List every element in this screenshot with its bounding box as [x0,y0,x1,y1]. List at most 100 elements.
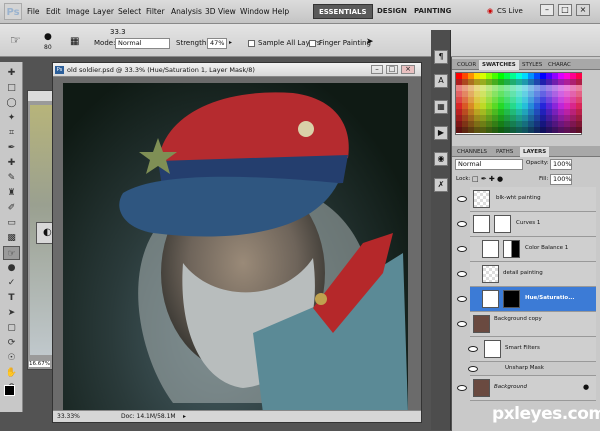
document-titlebar[interactable]: Ps old soldier.psd @ 33.3% (Hue/Saturati… [53,63,421,77]
tab-layers[interactable]: LAYERS [520,147,550,157]
menu-3d[interactable]: 3D [205,7,216,16]
menu-filter[interactable]: Filter [146,7,165,16]
workspace-design-button[interactable]: DESIGN [372,4,412,19]
move-tool-icon[interactable]: ✚ [3,66,20,80]
history-brush-tool-icon[interactable]: ✐ [3,201,20,215]
tab-paths[interactable]: PATHS [493,147,516,157]
foreground-color-swatch[interactable] [4,385,15,396]
eyedropper-tool-icon[interactable]: ✒ [3,141,20,155]
brush-preset-icon[interactable]: ● [44,32,52,42]
healing-tool-icon[interactable]: ✚ [3,156,20,170]
tools-preset-icon[interactable]: ✗ [434,178,448,192]
character-panel-icon[interactable]: A [434,74,448,88]
menu-edit[interactable]: Edit [46,7,61,16]
layer-thumbnail [473,379,490,397]
clone-stamp-tool-icon[interactable]: ♜ [3,186,20,200]
eye-icon[interactable] [457,196,467,202]
hand-tool-icon[interactable]: ✋ [3,366,20,380]
swatches-panel-tabs: COLOR SWATCHES STYLES CHARAC [452,59,600,70]
gradient-tool-icon[interactable]: ▩ [3,231,20,245]
eye-icon[interactable] [457,321,467,327]
strength-input[interactable]: 47% [207,38,227,49]
mode-select[interactable]: Normal [115,38,170,49]
maximize-button[interactable]: □ [558,4,572,16]
dodge-tool-icon[interactable]: ● [3,261,20,275]
actions-panel-icon[interactable]: ▶ [434,126,448,140]
shape-tool-icon[interactable]: ▢ [3,321,20,335]
doc-maximize-button[interactable]: □ [386,65,398,74]
tab-styles[interactable]: STYLES [519,60,545,70]
status-menu-icon[interactable]: ▸ [183,411,186,423]
menu-select[interactable]: Select [118,7,141,16]
3d-camera-tool-icon[interactable]: ☉ [3,351,20,365]
menu-analysis[interactable]: Analysis [171,7,202,16]
tab-channels[interactable]: CHANNELS [454,147,490,157]
layer-row-selected[interactable]: Hue/Saturatio... [457,287,596,312]
layer-row[interactable]: Background copy [457,312,596,337]
eye-icon[interactable] [468,346,478,352]
cs-live-icon[interactable]: ◉ [487,7,493,15]
menu-window[interactable]: Window [240,7,270,16]
sample-all-layers-checkbox[interactable] [248,40,255,47]
brush-tool-icon[interactable]: ✎ [3,171,20,185]
menu-image[interactable]: Image [66,7,90,16]
layer-name: Background copy [494,316,542,322]
lock-icons[interactable]: □ ✒ ✚ ● [472,175,503,183]
marquee-tool-icon[interactable]: □ [3,81,20,95]
layer-row[interactable]: detail painting [457,262,596,287]
opacity-input[interactable]: 100% [550,159,572,170]
cs-live-button[interactable]: CS Live [497,7,523,15]
smudge-tool-selected-icon[interactable]: ☞ [3,246,20,260]
menu-file[interactable]: File [27,7,40,16]
quick-select-tool-icon[interactable]: ✦ [3,111,20,125]
swatches-grid[interactable] [455,72,582,135]
doc-minimize-button[interactable]: – [371,65,383,74]
layer-row[interactable]: Color Balance 1 [457,237,596,262]
path-select-tool-icon[interactable]: ➤ [3,306,20,320]
app-zoom-value[interactable]: 33.3 [110,28,126,36]
type-tool-icon[interactable]: T [3,291,20,305]
minimize-button[interactable]: – [540,4,554,16]
crop-tool-icon[interactable]: ⌗ [3,126,20,140]
doc-close-button[interactable]: × [401,65,415,74]
masks-panel-icon[interactable]: ◉ [434,152,448,166]
pressure-icon[interactable]: ➤ [366,37,374,47]
menu-view[interactable]: View [218,7,236,16]
workspace-painting-button[interactable]: PAINTING [409,4,456,19]
lasso-tool-icon[interactable]: ◯ [3,96,20,110]
close-button[interactable]: × [576,4,590,16]
eye-icon[interactable] [457,221,467,227]
menu-help[interactable]: Help [272,7,289,16]
history-panel-icon[interactable]: ▦ [434,100,448,114]
document-window[interactable]: Ps old soldier.psd @ 33.3% (Hue/Saturati… [52,62,422,423]
3d-rotate-tool-icon[interactable]: ⟳ [3,336,20,350]
fill-input[interactable]: 100% [550,174,572,185]
eye-icon[interactable] [457,246,467,252]
workspace-essentials-button[interactable]: ESSENTIALS [313,4,373,19]
strength-dropdown-icon[interactable]: ▸ [229,39,232,46]
tab-color[interactable]: COLOR [454,60,479,70]
blend-mode-select[interactable]: Normal [455,159,523,170]
smart-filters-row[interactable]: Smart Filters [468,337,596,362]
eye-icon[interactable] [468,366,478,372]
finger-painting-checkbox[interactable] [309,40,316,47]
tab-charac[interactable]: CHARAC [545,60,574,70]
layer-row[interactable]: Background ● [457,376,596,401]
brush-panel-icon[interactable]: ▦ [70,36,79,47]
eraser-tool-icon[interactable]: ▭ [3,216,20,230]
eye-icon[interactable] [457,385,467,391]
layer-row[interactable]: Curves 1 [457,212,596,237]
image-canvas[interactable] [63,83,408,413]
eye-icon[interactable] [457,271,467,277]
layer-name: Color Balance 1 [525,245,569,251]
tab-swatches[interactable]: SWATCHES [479,60,519,70]
eye-icon[interactable] [457,296,467,302]
zoom-status[interactable]: 33.33% [57,411,80,423]
pen-tool-icon[interactable]: ✓ [3,276,20,290]
smudge-tool-icon[interactable]: ☞ [10,33,21,47]
paragraph-panel-icon[interactable]: ¶ [434,50,448,64]
layer-row[interactable]: blk-wht painting [457,187,596,212]
swatch-cell[interactable] [576,127,582,133]
menu-layer[interactable]: Layer [93,7,114,16]
unsharp-mask-row[interactable]: Unsharp Mask [468,362,596,376]
